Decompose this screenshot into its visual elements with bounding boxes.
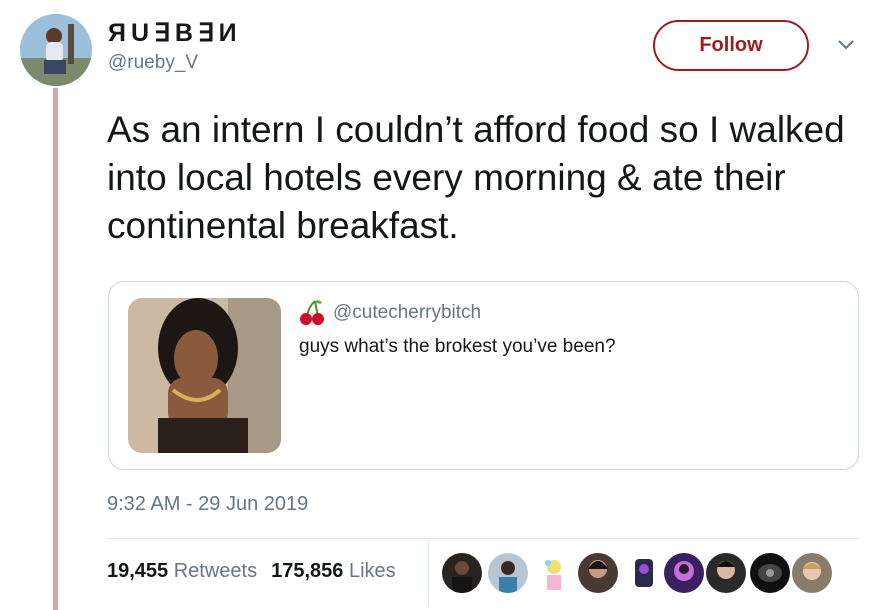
cherry-icon bbox=[299, 298, 325, 326]
tweet-text: As an intern I couldn’t afford food so I… bbox=[107, 109, 845, 246]
retweets-label: Retweets bbox=[173, 560, 258, 582]
liker-avatar[interactable] bbox=[624, 553, 664, 593]
likes-label: Likes bbox=[348, 560, 396, 582]
retweets-stat[interactable]: 19,455 Retweets bbox=[107, 560, 257, 582]
quoted-tweet-image bbox=[128, 298, 281, 453]
retweets-count: 19,455 bbox=[107, 560, 169, 582]
likes-count: 175,856 bbox=[271, 560, 344, 582]
liker-avatar[interactable] bbox=[578, 553, 618, 593]
tweet-stats: 19,455 Retweets 175,856 Likes bbox=[107, 560, 396, 583]
tweet-timestamp[interactable]: 9:32 AM - 29 Jun 2019 bbox=[107, 493, 308, 516]
follow-button[interactable]: Follow bbox=[653, 20, 809, 71]
liker-avatar[interactable] bbox=[706, 553, 746, 593]
author-avatar[interactable] bbox=[20, 14, 92, 86]
liker-avatar[interactable] bbox=[750, 553, 790, 593]
chevron-down-icon[interactable] bbox=[836, 38, 856, 52]
liker-avatar[interactable] bbox=[442, 553, 482, 593]
author-handle[interactable]: @rueby_V bbox=[108, 52, 198, 74]
liker-avatar[interactable] bbox=[488, 553, 528, 593]
liker-avatar[interactable] bbox=[534, 553, 574, 593]
liker-avatar[interactable] bbox=[792, 553, 832, 593]
author-display-name[interactable]: ЯU∃B∃И bbox=[108, 18, 242, 48]
stats-top-divider bbox=[107, 538, 859, 539]
stats-separator bbox=[428, 540, 429, 606]
likes-stat[interactable]: 175,856 Likes bbox=[271, 560, 396, 582]
quoted-tweet-card[interactable]: @cutecherrybitch guys what’s the brokest… bbox=[108, 281, 859, 470]
thread-connector-line bbox=[53, 88, 58, 610]
quoted-tweet-handle[interactable]: @cutecherrybitch bbox=[333, 302, 481, 324]
liker-avatar[interactable] bbox=[664, 553, 704, 593]
quoted-tweet-text: guys what’s the brokest you’ve been? bbox=[299, 336, 616, 357]
